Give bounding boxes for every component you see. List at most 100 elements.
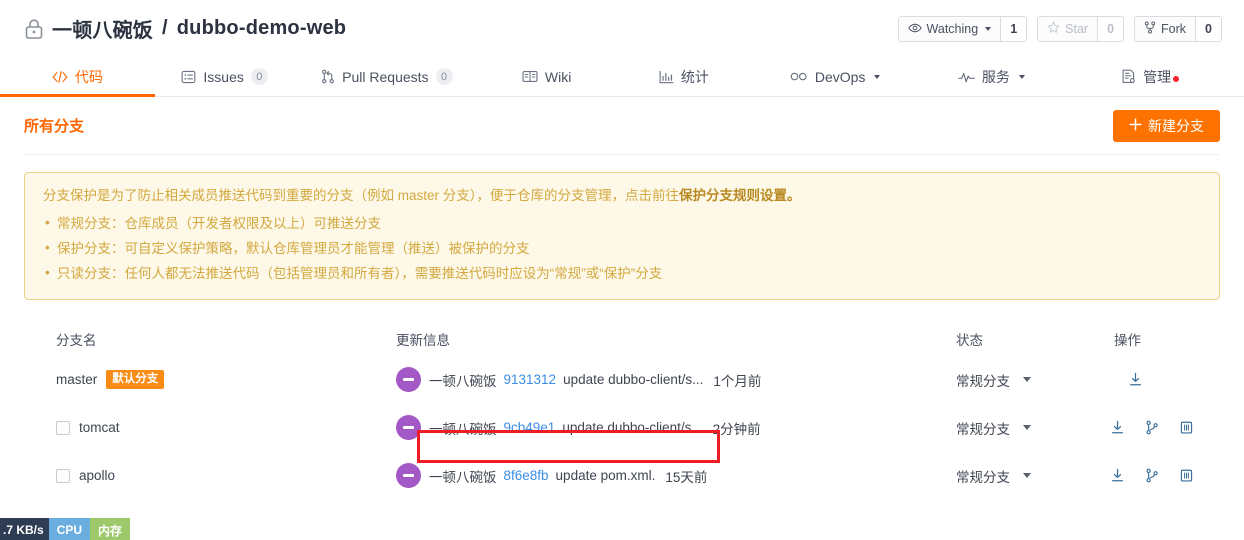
tab-pull-requests[interactable]: Pull Requests 0 <box>295 57 480 96</box>
issue-icon <box>181 70 196 84</box>
fork-count[interactable]: 0 <box>1195 17 1221 41</box>
merge-request-icon[interactable] <box>1145 468 1159 483</box>
delete-icon[interactable] <box>1179 468 1194 483</box>
branch-name-cell: apollo <box>24 468 396 483</box>
watching-button[interactable]: Watching <box>898 17 1001 41</box>
commit-sha[interactable]: 8f6e8fb <box>504 468 549 483</box>
commit-author[interactable]: 一顿八碗饭 <box>429 418 497 438</box>
branch-name-label[interactable]: tomcat <box>79 420 120 435</box>
fork-icon <box>1144 21 1156 37</box>
list-item: 保护分支：可自定义保护策略，默认仓库管理员才能管理（推送）被保护的分支 <box>43 238 1201 260</box>
tab-statistics[interactable]: 统计 <box>614 57 754 96</box>
pulse-icon <box>958 71 975 83</box>
infinity-icon <box>790 71 808 82</box>
column-header-branch-name: 分支名 <box>56 332 97 348</box>
chevron-down-icon[interactable] <box>1023 473 1031 479</box>
system-monitor-widget[interactable]: .7 KB/s CPU 内存 <box>0 518 131 540</box>
admin-icon <box>1121 69 1136 84</box>
row-checkbox[interactable] <box>56 420 70 435</box>
repo-owner[interactable]: 一顿八碗饭 <box>52 14 153 43</box>
branch-name-cell: master 默认分支 <box>24 370 396 390</box>
repo-name[interactable]: dubbo-demo-web <box>177 17 346 40</box>
star-button[interactable]: Star <box>1038 17 1098 41</box>
pull-requests-count-badge: 0 <box>435 68 453 85</box>
status-badge: 常规分支 <box>956 469 1010 485</box>
branch-operations-cell <box>1106 468 1220 483</box>
notice-list: 常规分支：仓库成员（开发者权限及以上）可推送分支 保护分支：可自定义保护策略，默… <box>43 213 1201 285</box>
avatar <box>396 415 421 441</box>
column-header-operations: 操作 <box>1114 332 1141 348</box>
status-badge: 常规分支 <box>956 421 1010 437</box>
download-icon[interactable] <box>1110 420 1125 435</box>
tab-devops[interactable]: DevOps <box>754 57 917 96</box>
column-header-update-info: 更新信息 <box>396 332 450 348</box>
branch-operations-cell <box>1106 372 1220 387</box>
row-checkbox[interactable] <box>56 468 70 483</box>
tab-code[interactable]: 代码 <box>0 57 155 97</box>
fork-button[interactable]: Fork <box>1135 17 1196 41</box>
notification-dot-icon <box>1173 75 1180 82</box>
chevron-down-icon <box>985 27 992 31</box>
commit-time: 15天前 <box>665 469 708 485</box>
watching-count[interactable]: 1 <box>1000 17 1027 41</box>
tab-label: 统计 <box>680 68 709 85</box>
tab-issues[interactable]: Issues 0 <box>155 57 295 96</box>
table-header-row: 分支名 更新信息 状态 操作 <box>24 322 1220 356</box>
fork-button-group[interactable]: Fork 0 <box>1134 16 1222 42</box>
eye-icon <box>907 22 922 37</box>
commit-sha[interactable]: 9cb49e1 <box>504 420 556 435</box>
lock-icon <box>24 18 44 40</box>
new-branch-button[interactable]: 新建分支 <box>1113 109 1220 142</box>
chevron-down-icon <box>1018 74 1025 79</box>
list-item: 只读分支：任何人都无法推送代码（包括管理员和所有者），需要推送代码时应设为“常规… <box>43 263 1201 285</box>
repo-header: 一顿八碗饭 / dubbo-demo-web Watching 1 Star 0… <box>0 0 1244 57</box>
commit-message[interactable]: update pom.xml. <box>556 468 656 483</box>
commit-author[interactable]: 一顿八碗饭 <box>429 370 497 390</box>
status-badge: 常规分支 <box>956 373 1010 389</box>
star-icon <box>1047 21 1060 37</box>
page-title: 一顿八碗饭 / dubbo-demo-web <box>24 14 346 43</box>
commit-sha[interactable]: 9131312 <box>504 372 557 387</box>
branch-status-cell[interactable]: 常规分支 <box>956 418 1106 438</box>
download-icon[interactable] <box>1110 468 1125 483</box>
chevron-down-icon[interactable] <box>1023 377 1031 383</box>
branch-name-label[interactable]: master <box>56 372 97 387</box>
commit-info-cell: 一顿八碗饭 9cb49e1 update dubbo-client/s... 2… <box>396 415 956 441</box>
page-section-title: 所有分支 <box>24 118 85 135</box>
commit-message[interactable]: update dubbo-client/s... <box>563 372 703 387</box>
tab-admin[interactable]: 管理 <box>1066 57 1226 96</box>
commit-line: 一顿八碗饭 9cb49e1 update dubbo-client/s... 2… <box>429 418 761 438</box>
delete-icon[interactable] <box>1179 420 1194 435</box>
merge-request-icon[interactable] <box>1145 420 1159 435</box>
tab-wiki[interactable]: Wiki <box>479 57 614 96</box>
branch-operations-cell <box>1106 420 1220 435</box>
chart-icon <box>659 70 674 84</box>
code-icon <box>52 70 68 84</box>
pull-request-icon <box>321 69 335 84</box>
commit-info-cell: 一顿八碗饭 8f6e8fb update pom.xml. 15天前 <box>396 463 956 489</box>
content-area: 所有分支 新建分支 分支保护是为了防止相关成员推送代码到重要的分支（例如 mas… <box>0 97 1244 500</box>
notice-lead-link[interactable]: 保护分支规则设置。 <box>679 188 801 203</box>
watching-button-group[interactable]: Watching 1 <box>897 16 1028 42</box>
branch-status-cell[interactable]: 常规分支 <box>956 370 1106 390</box>
repo-separator: / <box>162 17 168 39</box>
commit-message[interactable]: update dubbo-client/s... <box>562 420 702 435</box>
new-branch-label: 新建分支 <box>1148 117 1204 134</box>
star-count[interactable]: 0 <box>1097 17 1124 41</box>
avatar <box>396 463 421 489</box>
star-label: Star <box>1065 22 1089 36</box>
branch-name-label[interactable]: apollo <box>79 468 115 483</box>
commit-time: 1个月前 <box>713 373 762 389</box>
section-header: 所有分支 新建分支 <box>24 97 1220 154</box>
download-icon[interactable] <box>1128 372 1143 387</box>
commit-author[interactable]: 一顿八碗饭 <box>429 466 497 486</box>
table-row: master 默认分支 一顿八碗饭 9131312 update dubbo-c… <box>24 356 1220 404</box>
star-button-group[interactable]: Star 0 <box>1037 16 1125 42</box>
table-row: apollo 一顿八碗饭 8f6e8fb update pom.xml. 15天… <box>24 452 1220 500</box>
tab-label: Issues <box>203 68 244 85</box>
tab-services[interactable]: 服务 <box>917 57 1067 96</box>
chevron-down-icon[interactable] <box>1023 425 1031 431</box>
branch-status-cell[interactable]: 常规分支 <box>956 466 1106 486</box>
chevron-down-icon <box>874 74 881 79</box>
section-divider <box>24 154 1220 155</box>
